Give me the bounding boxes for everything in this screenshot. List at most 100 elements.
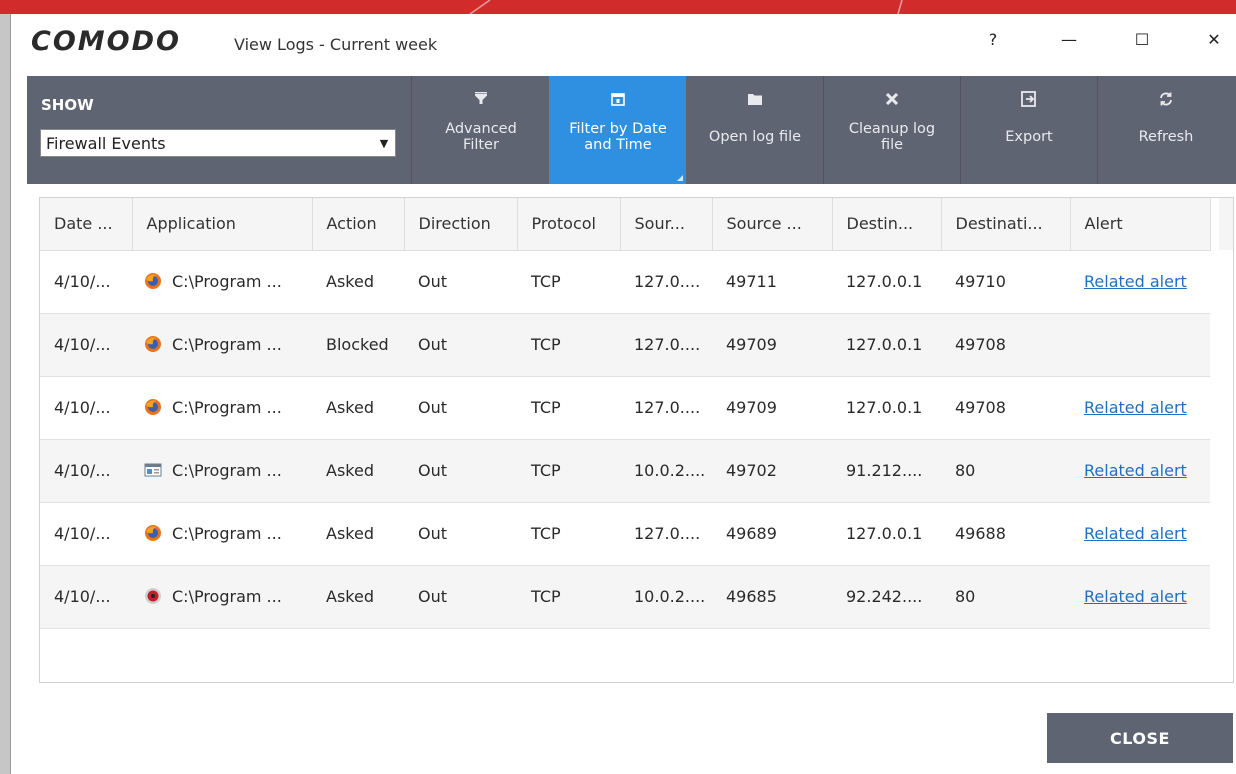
cell-source-port: 49689 [712,502,832,566]
related-alert-link[interactable]: Related alert [1084,272,1187,291]
cleanup-log-file-button[interactable]: Cleanup log file [823,76,960,184]
column-header-source-ip[interactable]: Sour... [620,198,713,251]
cell-destination-port: 49708 [941,376,1070,440]
cell-destination-port: 80 [941,439,1070,503]
cell-protocol: TCP [517,502,620,566]
app-window-icon [144,461,172,480]
table-header-filler [1219,198,1233,250]
refresh-label: Refresh [1138,129,1194,145]
cell-source-ip: 127.0.... [620,250,712,314]
table-row[interactable]: 4/10/... C:\Program ... Asked Out TCP 127.0..… [40,376,1210,440]
table-row[interactable]: 4/10/... C:\Program ... Blocked Out TCP 127.0… [40,313,1210,377]
cell-alert: Related alert [1070,250,1210,314]
expand-corner-icon [677,175,683,181]
cell-action: Asked [312,502,404,566]
cell-direction: Out [404,313,517,377]
cell-source-port: 49709 [712,313,832,377]
filter-by-date-button[interactable]: Filter by Date and Time [549,76,686,184]
cell-destination-ip: 127.0.0.1 [832,376,941,440]
open-log-file-label: Open log file [708,129,802,145]
cell-destination-ip: 127.0.0.1 [832,250,941,314]
cell-application: C:\Program ... [132,439,312,503]
close-button[interactable]: CLOSE [1047,713,1233,763]
close-window-button[interactable]: ✕ [1199,24,1229,54]
help-button[interactable]: ? [978,24,1008,54]
cell-protocol: TCP [517,439,620,503]
show-label: SHOW [41,96,94,114]
related-alert-link[interactable]: Related alert [1084,524,1187,543]
related-alert-link[interactable]: Related alert [1084,398,1187,417]
export-label: Export [1005,129,1053,145]
cell-protocol: TCP [517,250,620,314]
cell-date: 4/10/... [40,565,132,629]
x-icon [886,88,898,110]
cell-application: C:\Program ... [132,502,312,566]
column-header-action[interactable]: Action [312,198,405,251]
table-row[interactable]: 4/10/... C:\Program ... Asked Out TCP 127.0..… [40,502,1210,566]
cell-destination-ip: 127.0.0.1 [832,313,941,377]
cell-application-path: C:\Program ... [172,398,282,417]
cell-action: Blocked [312,313,404,377]
dropdown-arrow-icon[interactable]: ▼ [373,130,395,156]
calendar-icon [611,88,625,110]
cell-application: C:\Program ... [132,313,312,377]
column-header-source-port[interactable]: Source ... [712,198,833,251]
cell-destination-ip: 127.0.0.1 [832,502,941,566]
cleanup-log-file-label: Cleanup log file [848,121,936,153]
table-row[interactable]: 4/10/... C:\Program ... Asked Out TCP 127.0..… [40,250,1210,314]
column-header-alert[interactable]: Alert [1070,198,1211,251]
column-header-date[interactable]: Date ... [40,198,133,251]
advanced-filter-button[interactable]: Advanced Filter [412,76,549,184]
cell-action: Asked [312,439,404,503]
maximize-button[interactable]: ☐ [1127,24,1157,54]
cell-protocol: TCP [517,376,620,440]
cell-date: 4/10/... [40,250,132,314]
cell-source-ip: 10.0.2.... [620,439,712,503]
column-header-direction[interactable]: Direction [404,198,518,251]
funnel-icon [474,88,488,110]
cell-destination-port: 49708 [941,313,1070,377]
cell-alert: Related alert [1070,439,1210,503]
cell-source-port: 49709 [712,376,832,440]
cell-action: Asked [312,376,404,440]
related-alert-link[interactable]: Related alert [1084,461,1187,480]
column-header-destination-ip[interactable]: Destin... [832,198,942,251]
cell-action: Asked [312,565,404,629]
column-header-protocol[interactable]: Protocol [517,198,621,251]
firefox-icon [144,398,172,417]
table-row[interactable]: 4/10/... C:\Program ... Asked Out TCP 10.0.2.… [40,565,1210,629]
cell-date: 4/10/... [40,439,132,503]
export-icon [1021,88,1037,110]
cell-alert: Related alert [1070,565,1210,629]
cell-source-port: 49711 [712,250,832,314]
background-decoration [469,0,903,14]
background-header-strip [0,0,1236,14]
cell-source-ip: 127.0.... [620,376,712,440]
minimize-button[interactable]: — [1054,24,1084,54]
firefox-icon [144,335,172,354]
cell-application: C:\Program ... [132,565,312,629]
column-header-destination-port[interactable]: Destinati... [941,198,1071,251]
cell-alert: Related alert [1070,502,1210,566]
cell-alert: Related alert [1070,376,1210,440]
show-dropdown[interactable]: Firewall Events ▼ [40,129,396,157]
cell-application-path: C:\Program ... [172,524,282,543]
cell-application: C:\Program ... [132,376,312,440]
cell-application-path: C:\Program ... [172,587,282,606]
open-log-file-button[interactable]: Open log file [686,76,823,184]
firefox-icon [144,524,172,543]
cell-action: Asked [312,250,404,314]
view-logs-window: COMODO View Logs - Current week ? — ☐ ✕ … [10,14,1236,774]
filter-by-date-label: Filter by Date and Time [569,121,667,153]
export-button[interactable]: Export [960,76,1097,184]
related-alert-link[interactable]: Related alert [1084,587,1187,606]
cell-direction: Out [404,502,517,566]
cell-application-path: C:\Program ... [172,272,282,291]
refresh-icon [1158,88,1174,110]
cell-source-port: 49702 [712,439,832,503]
column-header-application[interactable]: Application [132,198,313,251]
cell-direction: Out [404,439,517,503]
table-row[interactable]: 4/10/... C:\Program ... Asked Out TCP 10.0.2.… [40,439,1210,503]
refresh-button[interactable]: Refresh [1097,76,1234,184]
cell-protocol: TCP [517,565,620,629]
